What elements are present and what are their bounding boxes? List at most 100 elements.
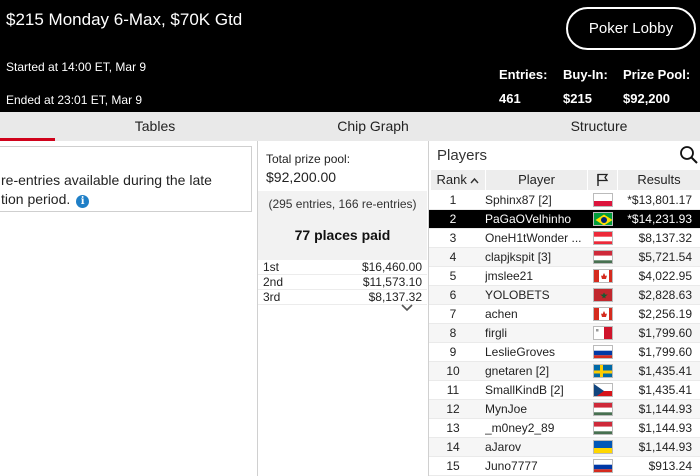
player-name: firgli [485,326,508,340]
player-name: aJarov [485,440,522,454]
player-row[interactable]: 11 SmallKindB [2] $1,435.41 [429,381,700,400]
austria-flag-icon [593,231,613,245]
players-title: Players [437,147,488,164]
player-result: $1,435.41 [638,364,692,378]
player-row[interactable]: 5 jmslee21 $4,022.95 [429,267,700,286]
tab-bar: Tables Chip Graph Structure [0,112,700,141]
player-name: Juno7777 [485,459,538,473]
czechia-flag-icon [593,383,613,397]
sweden-flag-icon [593,364,613,378]
player-result: $4,022.95 [638,269,692,283]
player-result: $1,144.93 [638,421,692,435]
player-result: $1,435.41 [638,383,692,397]
player-result: $2,828.63 [638,288,692,302]
player-rank: 3 [449,231,457,245]
buy-in-value: $215 [563,91,592,106]
russia-flag-icon [593,345,613,359]
player-name: _m0ney2_89 [485,421,555,435]
payout-table: 1st $16,460.00 2nd $11,573.10 3rd $8,137… [258,260,427,305]
tournament-title: $215 Monday 6-Max, $70K Gtd [6,10,243,29]
player-rank: 7 [449,307,457,321]
player-result: $5,721.54 [638,250,692,264]
hungary-flag-icon [593,402,613,416]
player-name: OneH1tWonder ... [485,231,582,245]
player-rank: 5 [449,269,457,283]
tab-tables[interactable]: Tables [55,112,255,141]
player-row[interactable]: 6 YOLOBETS $2,828.63 [429,286,700,305]
player-result: $1,144.93 [638,402,692,416]
player-row[interactable]: 2 PaGaOVelhinho *$14,231.93 [429,210,700,229]
player-rank: 10 [446,364,460,378]
player-row[interactable]: 4 clapjkspit [3] $5,721.54 [429,248,700,267]
player-result: $8,137.32 [638,231,692,245]
prize-pool-label: Prize Pool: [623,67,691,82]
info-icon[interactable]: i [76,195,90,208]
re-entry-info-box: re-entries available during the late tio… [0,146,252,212]
player-result: $1,799.60 [638,345,692,359]
column-header-player[interactable]: Player [486,170,587,190]
player-row[interactable]: 1 Sphinx87 [2] *$13,801.17 [429,191,700,210]
player-result: $1,799.60 [638,326,692,340]
tab-structure[interactable]: Structure [499,112,699,141]
entries-label: Entries: [499,67,548,82]
column-header-results[interactable]: Results [618,170,700,190]
player-name: YOLOBETS [485,288,550,302]
end-time: Ended at 23:01 ET, Mar 9 [6,93,143,107]
column-header-country[interactable] [588,170,617,190]
players-header: Players [429,141,700,169]
russia-flag-icon [593,459,613,473]
payout-amount: $8,137.32 [368,290,422,304]
player-row[interactable]: 7 achen $2,256.19 [429,305,700,324]
player-rank: 2 [449,212,457,226]
player-result: *$13,801.17 [627,193,692,207]
player-name: clapjkspit [3] [485,250,552,264]
player-row[interactable]: 13 _m0ney2_89 $1,144.93 [429,419,700,438]
morocco-flag-icon [593,288,613,302]
players-list: 1 Sphinx87 [2] *$13,801.17 2 PaGaOVelhinho *$… [429,191,700,476]
tab-chip-graph[interactable]: Chip Graph [273,112,473,141]
tournament-header: $215 Monday 6-Max, $70K Gtd Started at 1… [0,0,700,112]
hungary-flag-icon [593,250,613,264]
active-tab-indicator [0,138,55,141]
info-line-2: tion period. [1,191,71,207]
rank-header-label: Rank [436,172,467,187]
player-row[interactable]: 15 Juno7777 $913.24 [429,457,700,476]
re-entry-info-text: re-entries available during the late tio… [1,171,251,209]
payout-place: 2nd [263,275,284,289]
player-row[interactable]: 9 LeslieGroves $1,799.60 [429,343,700,362]
player-row[interactable]: 10 gnetaren [2] $1,435.41 [429,362,700,381]
player-name: SmallKindB [2] [485,383,564,397]
hungary-flag-icon [593,421,613,435]
player-name: LeslieGroves [485,345,556,359]
info-line-1: re-entries available during the late [1,172,212,188]
player-rank: 1 [449,193,457,207]
player-name: jmslee21 [485,269,534,283]
total-prize-pool-amount: $92,200.00 [266,169,337,185]
player-rank: 14 [446,440,460,454]
player-row[interactable]: 14 aJarov $1,144.93 [429,438,700,457]
player-result: $2,256.19 [638,307,692,321]
ukraine-flag-icon [593,440,613,454]
canada-flag-icon [593,269,613,283]
player-rank: 4 [449,250,457,264]
player-result: $1,144.93 [638,440,692,454]
payout-amount: $11,573.10 [362,275,422,289]
player-row[interactable]: 8 firgli $1,799.60 [429,324,700,343]
player-result: *$14,231.93 [627,212,692,226]
total-prize-pool-label: Total prize pool: [266,152,351,166]
brazil-flag-icon [593,212,613,226]
malta-flag-icon [593,326,613,340]
poland-flag-icon [593,193,613,207]
entries-breakdown: (295 entries, 166 re-entries) [268,197,417,211]
poker-lobby-button[interactable]: Poker Lobby [566,7,696,50]
player-name: MynJoe [485,402,528,416]
player-rank: 9 [449,345,457,359]
buy-in-label: Buy-In: [563,67,608,82]
player-row[interactable]: 12 MynJoe $1,144.93 [429,400,700,419]
search-icon[interactable] [679,145,699,165]
chevron-down-icon[interactable] [401,303,413,315]
column-header-rank[interactable]: Rank [431,170,485,190]
player-rank: 11 [446,383,460,397]
player-name: PaGaOVelhinho [485,212,572,226]
player-row[interactable]: 3 OneH1tWonder ... $8,137.32 [429,229,700,248]
